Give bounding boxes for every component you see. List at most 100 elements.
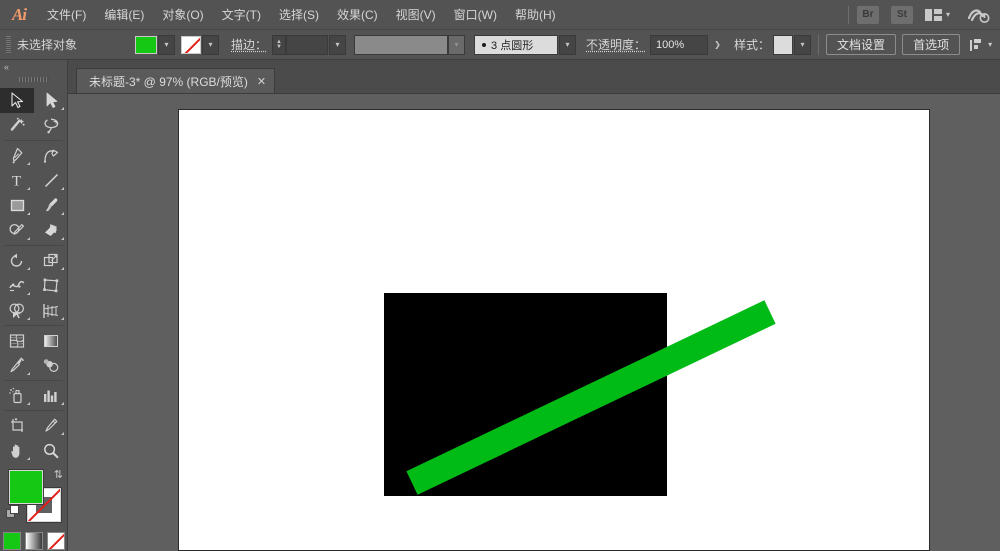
- column-graph-tool[interactable]: [34, 383, 68, 408]
- swap-fill-stroke-icon[interactable]: ⇅: [54, 468, 63, 481]
- menu-type[interactable]: 文字(T): [213, 0, 270, 30]
- direct-selection-tool[interactable]: [34, 88, 68, 113]
- preferences-button[interactable]: 首选项: [902, 34, 961, 55]
- control-bar-grip[interactable]: [6, 35, 11, 54]
- opacity-flyout-button[interactable]: ❯: [709, 35, 726, 55]
- canvas-area[interactable]: [68, 94, 1000, 551]
- document-tab-title: 未标题-3* @ 97% (RGB/预览): [89, 74, 248, 89]
- stock-button[interactable]: St: [890, 5, 913, 24]
- selection-tool[interactable]: [0, 88, 34, 113]
- zoom-tool[interactable]: [34, 438, 68, 463]
- fill-color-swatch[interactable]: [135, 35, 157, 54]
- align-objects-icon: [970, 38, 984, 52]
- menu-items: 文件(F) 编辑(E) 对象(O) 文字(T) 选择(S) 效果(C) 视图(V) 窗口(W)…: [38, 0, 565, 30]
- menu-select[interactable]: 选择(S): [270, 0, 328, 30]
- graphic-style-swatch[interactable]: [773, 34, 794, 55]
- paint-mode-bar: [0, 532, 67, 550]
- tool-group-divider: [5, 140, 63, 141]
- menubar-divider: [847, 5, 849, 24]
- control-bar-divider: [818, 34, 820, 55]
- rotate-tool[interactable]: [0, 248, 34, 273]
- fill-dropdown-button[interactable]: ▾: [158, 34, 175, 55]
- line-segment-tool[interactable]: [34, 168, 68, 193]
- close-icon[interactable]: ✕: [257, 75, 266, 88]
- menu-bar: Ai 文件(F) 编辑(E) 对象(O) 文字(T) 选择(S) 效果(C) 视图(V) 窗口…: [0, 0, 1000, 30]
- mesh-tool[interactable]: [0, 328, 34, 353]
- blend-tool[interactable]: [34, 353, 68, 378]
- tool-group-divider: [5, 325, 63, 326]
- align-chevron-down-icon: ▾: [988, 40, 993, 49]
- document-setup-button[interactable]: 文档设置: [826, 34, 897, 55]
- eyedropper-tool[interactable]: [0, 353, 34, 378]
- creative-cloud-icon[interactable]: [968, 6, 990, 24]
- free-transform-tool[interactable]: [34, 273, 68, 298]
- stroke-profile-dropdown-button: ▾: [448, 34, 466, 55]
- fill-stroke-control: ⇅: [0, 467, 68, 527]
- pen-tool[interactable]: [0, 143, 34, 168]
- rectangle-tool[interactable]: [0, 193, 34, 218]
- shaper-pencil-tool[interactable]: [0, 218, 34, 243]
- selection-status-label: 未选择对象: [17, 38, 78, 52]
- menu-edit[interactable]: 编辑(E): [95, 0, 153, 30]
- brush-dot-icon: [482, 42, 487, 47]
- tools-panel: « T ⇅: [0, 60, 68, 551]
- menu-window[interactable]: 窗口(W): [445, 0, 506, 30]
- brush-definition-select[interactable]: 3 点圆形: [474, 34, 559, 55]
- type-tool[interactable]: T: [0, 168, 34, 193]
- artboard-tool[interactable]: [0, 413, 34, 438]
- default-fill-stroke-icon[interactable]: [6, 505, 20, 519]
- opacity-input[interactable]: 100%: [650, 34, 709, 55]
- perspective-grid-tool[interactable]: [34, 298, 68, 323]
- tools-panel-grip[interactable]: [18, 74, 49, 84]
- brush-definition-value: 3 点圆形: [491, 39, 534, 52]
- align-menu[interactable]: ▾: [970, 38, 992, 52]
- chevron-down-icon: ▾: [945, 10, 950, 19]
- fill-color-box[interactable]: [8, 469, 44, 505]
- stroke-dropdown-button[interactable]: ▾: [202, 34, 219, 55]
- artboard[interactable]: [178, 109, 930, 551]
- shape-builder-tool[interactable]: [0, 298, 34, 323]
- stroke-weight-input[interactable]: [286, 34, 329, 55]
- menu-object[interactable]: 对象(O): [153, 0, 212, 30]
- menu-file[interactable]: 文件(F): [38, 0, 95, 30]
- color-mode-button[interactable]: [2, 532, 21, 550]
- document-tab-bar: 未标题-3* @ 97% (RGB/预览) ✕: [68, 60, 1000, 94]
- stroke-weight-stepper[interactable]: ▲ ▼: [272, 34, 287, 55]
- tool-group-divider: [5, 245, 63, 246]
- lasso-tool[interactable]: [34, 113, 68, 138]
- svg-text:T: T: [12, 174, 21, 190]
- tool-group-divider: [5, 380, 63, 381]
- menu-effect[interactable]: 效果(C): [328, 0, 387, 30]
- tool-grid: T: [0, 88, 67, 463]
- symbol-sprayer-tool[interactable]: [0, 383, 34, 408]
- gradient-mode-button[interactable]: [24, 532, 43, 550]
- style-dropdown-button[interactable]: ▾: [794, 34, 812, 55]
- brush-dropdown-button[interactable]: ▾: [559, 34, 577, 55]
- eraser-tool[interactable]: [34, 218, 68, 243]
- bridge-button[interactable]: Br: [856, 5, 879, 24]
- opacity-label: 不透明度：: [586, 38, 647, 52]
- illustrator-window: Ai 文件(F) 编辑(E) 对象(O) 文字(T) 选择(S) 效果(C) 视图(V) 窗口…: [0, 0, 1000, 551]
- green-line[interactable]: [179, 110, 931, 551]
- stroke-section-label: 描边：: [231, 38, 268, 52]
- app-logo: Ai: [11, 4, 27, 24]
- stroke-weight-dropdown-button[interactable]: ▾: [329, 34, 347, 55]
- stroke-color-swatch[interactable]: [181, 35, 201, 54]
- slice-tool[interactable]: [34, 413, 68, 438]
- menu-help[interactable]: 帮助(H): [506, 0, 565, 30]
- width-warp-tool[interactable]: [0, 273, 34, 298]
- style-label: 样式：: [734, 38, 771, 52]
- document-tab[interactable]: 未标题-3* @ 97% (RGB/预览) ✕: [76, 68, 276, 93]
- scale-tool[interactable]: [34, 248, 68, 273]
- magic-wand-tool[interactable]: [0, 113, 34, 138]
- none-mode-button[interactable]: [46, 532, 65, 550]
- control-bar: 未选择对象 ▾ ▾ 描边： ▲ ▼ ▾ ▾ 3 点圆形 ▾ 不透明度： 100% …: [0, 30, 1000, 60]
- gradient-tool[interactable]: [34, 328, 68, 353]
- workspace-layout-icon: [924, 8, 942, 21]
- hand-tool[interactable]: [0, 438, 34, 463]
- curvature-tool[interactable]: [34, 143, 68, 168]
- tools-panel-collapse-button[interactable]: «: [0, 60, 67, 74]
- menu-view[interactable]: 视图(V): [387, 0, 445, 30]
- workspace-switcher[interactable]: ▾: [924, 8, 950, 21]
- paintbrush-tool[interactable]: [34, 193, 68, 218]
